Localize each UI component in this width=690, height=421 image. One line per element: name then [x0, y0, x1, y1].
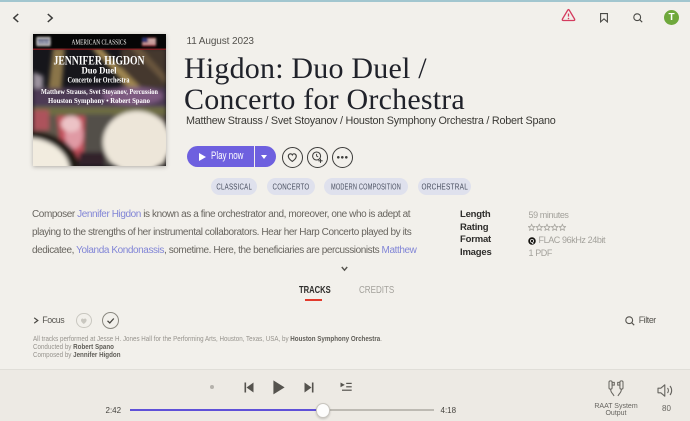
svg-text:MODERN COMPOSITION: MODERN COMPOSITION [331, 182, 401, 191]
svg-text:Matthew Strauss, Svet Stoyanov: Matthew Strauss, Svet Stoyanov, Percussi… [41, 87, 159, 96]
svg-text:Houston Symphony • Robert Span: Houston Symphony • Robert Spano [48, 96, 150, 105]
svg-text:ORCHESTRAL: ORCHESTRAL [421, 182, 468, 191]
svg-text:NAXOS: NAXOS [36, 39, 51, 44]
svg-text:Concerto for Orchestra: Concerto for Orchestra [68, 76, 131, 85]
svg-text:CONCERTO: CONCERTO [273, 182, 310, 191]
svg-text:AMERICAN CLASSICS: AMERICAN CLASSICS [72, 38, 127, 46]
svg-text:Q: Q [530, 238, 534, 244]
svg-text:CLASSICAL: CLASSICAL [216, 182, 252, 191]
